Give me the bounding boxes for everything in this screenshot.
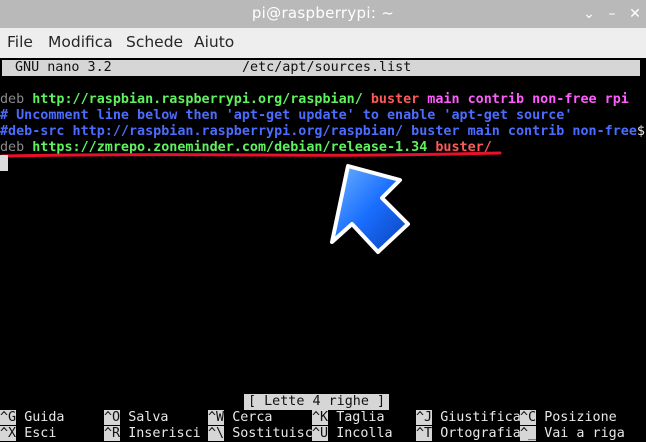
chevron-down-icon[interactable]: ⌄ bbox=[578, 0, 600, 28]
nano-version: GNU nano 3.2 bbox=[15, 60, 112, 75]
menu-bar: File Modifica Schede Aiuto bbox=[0, 28, 646, 58]
arrow-icon bbox=[330, 164, 410, 254]
status-message: [ Lette 4 righe ] bbox=[244, 394, 390, 410]
code-token: http://raspbian.raspberrypi.org/raspbian… bbox=[32, 92, 371, 107]
shortcut-cerca[interactable]: ^W Cerca bbox=[208, 410, 273, 426]
shortcut-sostituisci[interactable]: ^\ Sostituisc bbox=[208, 426, 313, 442]
code-token: #deb-src http://raspbian.raspberrypi.org… bbox=[0, 124, 637, 139]
shortcut-giustifica[interactable]: ^J Giustifica bbox=[416, 410, 521, 426]
menu-aiuto[interactable]: Aiuto bbox=[194, 33, 234, 51]
code-token: $ bbox=[636, 124, 645, 139]
menu-schede[interactable]: Schede bbox=[126, 33, 183, 51]
minimize-icon[interactable]: – bbox=[601, 0, 623, 28]
code-token: deb bbox=[0, 92, 33, 107]
shortcut-incolla[interactable]: ^U Incolla bbox=[312, 426, 393, 442]
shortcut-inserisci[interactable]: ^R Inserisci bbox=[104, 426, 201, 442]
shortcut-vai-a-riga[interactable]: ^_ Vai a riga bbox=[520, 426, 625, 442]
terminal[interactable]: GNU nano 3.2 /etc/apt/sources.list deb h… bbox=[0, 58, 646, 442]
shortcut-guida[interactable]: ^G Guida bbox=[0, 410, 65, 426]
nano-header: GNU nano 3.2 /etc/apt/sources.list bbox=[2, 60, 640, 76]
close-icon[interactable]: ✕ bbox=[624, 0, 646, 28]
shortcut-ortografia[interactable]: ^T Ortografia bbox=[416, 426, 521, 442]
editor-line[interactable]: # Uncomment line below then 'apt-get upd… bbox=[0, 108, 572, 124]
shortcut-salva[interactable]: ^O Salva bbox=[104, 410, 169, 426]
red-underline-annotation bbox=[0, 151, 502, 158]
title-bar: pi@raspberrypi: ~ ⌄ – ✕ bbox=[0, 0, 646, 28]
text-cursor bbox=[0, 155, 8, 171]
editor-line[interactable]: #deb-src http://raspbian.raspberrypi.org… bbox=[0, 124, 645, 140]
shortcut-esci[interactable]: ^X Esci bbox=[0, 426, 56, 442]
code-token: # Uncomment line below then 'apt-get upd… bbox=[0, 108, 573, 123]
nano-filename: /etc/apt/sources.list bbox=[242, 60, 412, 75]
editor-line[interactable]: deb http://raspbian.raspberrypi.org/rasp… bbox=[0, 92, 629, 108]
code-token: main contrib non-free rpi bbox=[427, 92, 629, 107]
shortcut-taglia[interactable]: ^K Taglia bbox=[312, 410, 385, 426]
shortcut-posizione[interactable]: ^C Posizione bbox=[520, 410, 617, 426]
menu-file[interactable]: File bbox=[7, 33, 33, 51]
code-token: buster bbox=[370, 92, 428, 107]
window-title: pi@raspberrypi: ~ bbox=[251, 4, 395, 22]
menu-modifica[interactable]: Modifica bbox=[48, 33, 113, 51]
